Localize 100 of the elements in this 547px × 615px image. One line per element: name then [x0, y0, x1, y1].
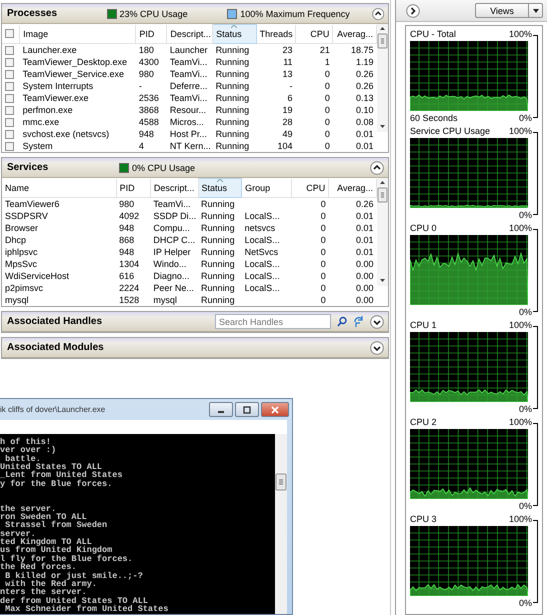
legend-swatch	[106, 8, 117, 18]
column-header[interactable]: Status	[198, 178, 242, 198]
legend-swatch	[119, 162, 129, 172]
column-header[interactable]: Image	[20, 24, 136, 44]
table-cell-text: SSDP Di...	[152, 210, 198, 222]
maximize-button[interactable]	[235, 402, 259, 417]
dropdown-arrow-icon	[532, 8, 538, 12]
minimize-button[interactable]	[209, 402, 233, 417]
column-header[interactable]: PID	[116, 178, 150, 198]
table-cell-text: 2224	[118, 282, 140, 294]
checkbox[interactable]	[5, 58, 14, 66]
checkbox[interactable]	[5, 82, 14, 90]
table-cell-text: 0	[324, 92, 331, 104]
table-cell: Launcher.exe	[20, 44, 136, 56]
table-cell-text: svchost.exe (netsvcs)	[22, 128, 110, 140]
column-header[interactable]: CPU	[296, 24, 333, 44]
table-cell-text: 1.19	[354, 56, 374, 68]
column-header[interactable]: Descript...	[150, 178, 198, 198]
table-cell-text: 1	[324, 56, 331, 68]
table-cell-text: Running	[200, 282, 236, 294]
table-cell-text: LocalS...	[244, 258, 281, 270]
console-line: ron Sweden TO ALL	[0, 513, 87, 522]
table-cell-text: 13	[282, 68, 294, 80]
expand-button[interactable]	[406, 4, 420, 18]
checkbox[interactable]	[5, 106, 14, 114]
table-cell-text: Running	[214, 128, 250, 140]
table-cell-text: Running	[200, 234, 236, 246]
table-cell-text: 0	[324, 116, 331, 128]
table-cell-text: 0	[324, 80, 331, 92]
column-header[interactable]: PID	[136, 24, 167, 44]
table-cell-text: perfmon.exe	[22, 104, 74, 116]
column-header[interactable]: Group	[242, 178, 292, 198]
table-cell-text: 3868	[138, 104, 160, 116]
table-cell-text: 0.01	[354, 222, 374, 234]
table-cell-text: Windo...	[152, 258, 188, 270]
frequency-label: 100% Maximum Frequency	[240, 8, 350, 18]
refresh-icon[interactable]	[353, 316, 364, 328]
close-button[interactable]	[261, 402, 289, 417]
axis-label: 100%	[508, 416, 532, 428]
table-cell-text: WdiServiceHost	[4, 270, 70, 282]
views-button[interactable]: Views	[475, 3, 543, 18]
axis-label: 100%	[508, 513, 532, 525]
table-cell-text: mmc.exe	[22, 116, 60, 128]
table-cell-text: 0.10	[354, 104, 374, 116]
console-line: the server.	[0, 504, 56, 514]
table-cell-text: 4	[138, 140, 145, 152]
table-cell-text: LocalS...	[244, 210, 281, 222]
graph-label: CPU 2	[410, 416, 437, 428]
checkbox[interactable]	[5, 46, 14, 54]
console-line: l fly for the Blue forces.	[0, 554, 134, 564]
column-header[interactable]: CPU	[291, 178, 329, 198]
table-cell-text: 19	[282, 104, 294, 116]
table-cell: 21	[296, 44, 333, 56]
console-line: der from United States TO ALL	[0, 596, 148, 605]
table-cell-text: TeamViewer_Service.exe	[22, 68, 126, 80]
table-cell-text: TeamVi...	[168, 92, 208, 104]
table-cell-text: 0	[320, 294, 327, 306]
axis-label: 100%	[508, 319, 532, 331]
scrollbar[interactable]	[275, 434, 287, 614]
scrollbar[interactable]	[377, 24, 388, 132]
column-header[interactable]: Name	[2, 178, 116, 198]
table-cell-text: 0	[320, 246, 327, 258]
expand-button[interactable]	[370, 340, 384, 354]
table-cell-text: 948	[118, 246, 136, 258]
expand-button[interactable]	[370, 314, 384, 328]
panel-title: Associated Handles	[7, 316, 104, 327]
panel-title: Associated Modules	[7, 342, 105, 353]
table-cell-text: 0.01	[354, 246, 374, 258]
collapse-button[interactable]	[370, 160, 384, 174]
table-cell-text: 11	[282, 56, 294, 68]
checkbox[interactable]	[5, 29, 14, 38]
table-cell-text: Diagno...	[152, 270, 190, 282]
table-cell-text: p2pimsvc	[4, 282, 44, 294]
maximize-icon	[242, 406, 252, 414]
axis-label: 0%	[518, 597, 532, 609]
table-cell-text: 2536	[138, 92, 160, 104]
table-cell-text: Running	[214, 116, 250, 128]
table-cell-text: iphlpsvc	[4, 246, 39, 258]
checkbox[interactable]	[5, 130, 14, 138]
panel-title: Processes	[7, 8, 58, 19]
table-cell: 180	[136, 44, 167, 56]
graph-label: Service CPU Usage	[410, 125, 490, 137]
column-header[interactable]: Threads	[256, 24, 296, 44]
scrollbar[interactable]	[377, 178, 388, 286]
table-cell-text: 0.26	[354, 68, 374, 80]
table-cell-text: 0.01	[354, 128, 374, 140]
checkbox[interactable]	[5, 118, 14, 126]
checkbox[interactable]	[5, 70, 14, 78]
search-icon[interactable]	[337, 316, 347, 327]
table-cell: Running	[212, 44, 256, 56]
search-field[interactable]: Search Handles	[215, 314, 331, 329]
checkbox[interactable]	[5, 142, 14, 150]
table-cell: 0.26	[328, 198, 376, 210]
checkbox[interactable]	[5, 94, 14, 102]
table-cell-text: 0	[320, 234, 327, 246]
column-header[interactable]: Status	[212, 24, 256, 44]
table-cell: TeamVi...	[150, 198, 198, 210]
table-cell-text: 0	[320, 210, 327, 222]
collapse-button[interactable]	[372, 6, 384, 20]
table-cell-text: 0	[320, 282, 327, 294]
